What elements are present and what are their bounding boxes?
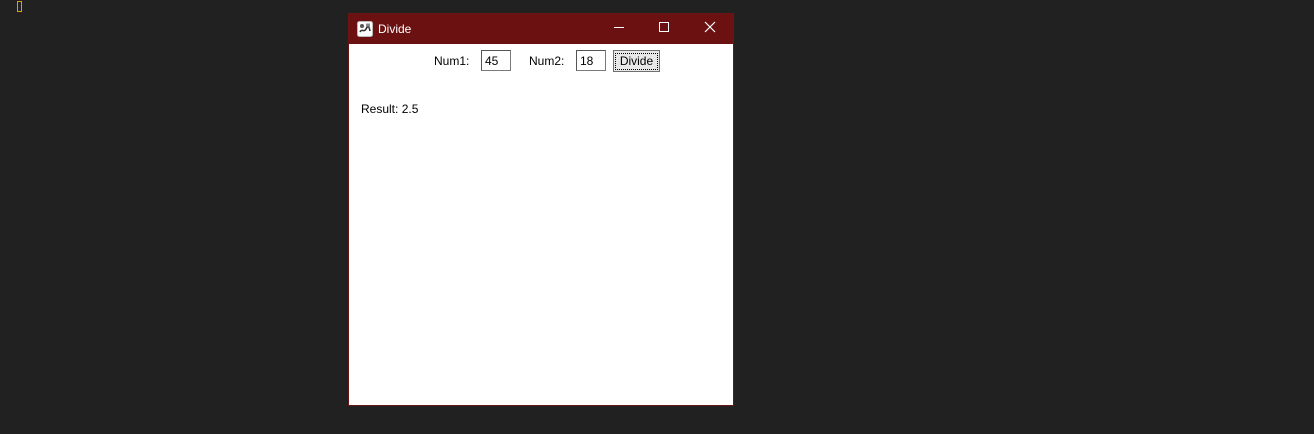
num1-label: Num1: (434, 54, 470, 68)
desktop: Divide Num1: Num2: (0, 0, 1314, 434)
minimize-button[interactable] (596, 14, 642, 44)
divide-button-label: Divide (614, 52, 659, 70)
window-title: Divide (378, 22, 412, 36)
title-bar[interactable]: Divide (349, 14, 733, 44)
result-value: 2.5 (401, 102, 419, 116)
close-button[interactable] (687, 14, 733, 44)
result-line: Result: 2.5 (361, 102, 418, 116)
divide-button[interactable]: Divide (613, 50, 660, 72)
close-icon (704, 20, 716, 38)
maximize-icon (658, 20, 670, 38)
java-app-icon (357, 21, 373, 37)
maximize-button[interactable] (641, 14, 687, 44)
num2-field[interactable] (576, 50, 606, 71)
num1-field[interactable] (481, 50, 511, 71)
minimize-icon (613, 20, 625, 38)
result-label: Result: (361, 102, 399, 116)
client-area: Num1: Num2: Divide Result: 2.5 (349, 44, 733, 405)
num2-label: Num2: (529, 54, 565, 68)
divide-window: Divide Num1: Num2: (348, 13, 734, 406)
text-cursor-marker (17, 1, 22, 12)
